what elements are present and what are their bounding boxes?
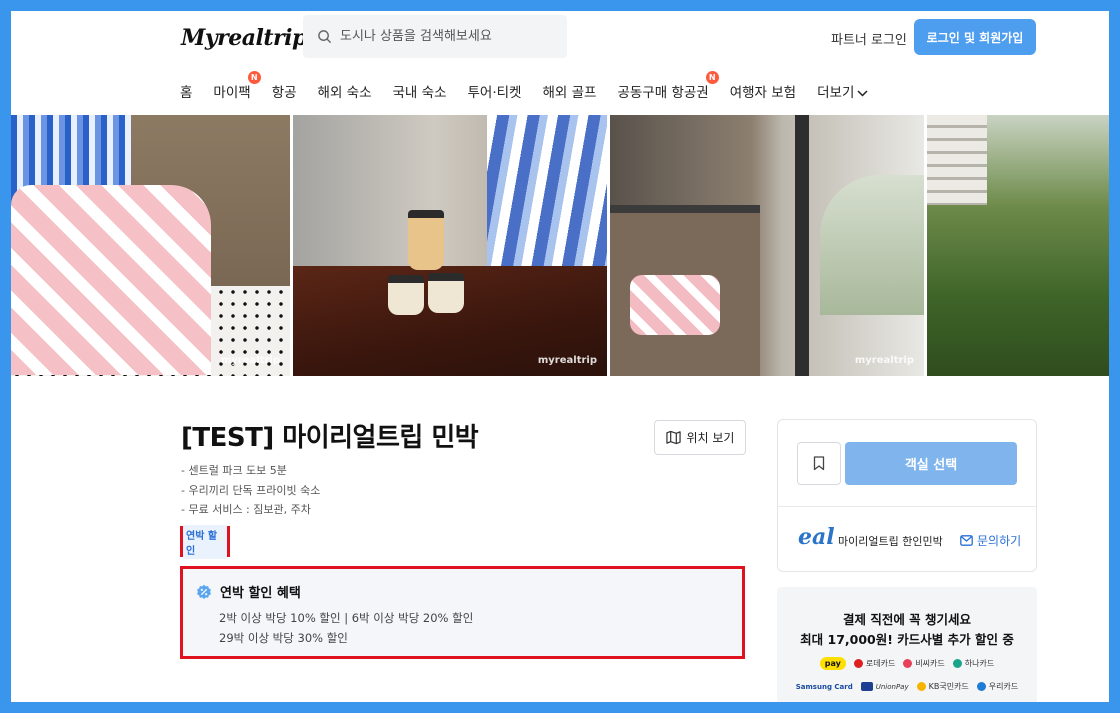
description-line: - 센트럴 파크 도보 5분 — [181, 464, 287, 477]
photo-detail — [428, 273, 464, 313]
nav-item-overseas-golf[interactable]: 해외 골프 — [542, 81, 596, 101]
nav-label: 해외 숙소 — [317, 85, 372, 101]
nav-item-group-flights[interactable]: 공동구매 항공권 N — [617, 71, 719, 101]
benefit-line: 2박 이상 박당 10% 할인 | 6박 이상 박당 20% 할인 — [219, 611, 474, 625]
nav-label: 더보기 — [817, 85, 855, 101]
card-promo-banner: 결제 직전에 꼭 챙기세요 최대 17,000원! 카드사별 추가 할인 중 p… — [777, 587, 1037, 702]
photo-detail — [820, 175, 924, 315]
bc-card-icon — [903, 659, 913, 668]
card-label: Samsung Card — [795, 682, 853, 691]
promo-headline: 결제 직전에 꼭 챙기세요 — [842, 612, 972, 627]
kb-card-logo: KB국민카드 — [916, 681, 969, 692]
description-line: - 우리끼리 단독 프라이빗 숙소 — [181, 483, 321, 497]
search-bar[interactable] — [303, 15, 567, 58]
map-icon — [665, 430, 681, 445]
main-nav: 홈 마이팩 N 항공 해외 숙소 국내 숙소 투어·티켓 해외 골프 공동구매 항… — [180, 71, 889, 101]
inquiry-button[interactable]: 문의하기 — [960, 532, 1021, 549]
nav-item-overseas-stay[interactable]: 해외 숙소 — [318, 81, 372, 101]
woori-card-icon — [976, 682, 986, 691]
nav-label: 투어·티켓 — [467, 85, 522, 101]
card-label: 비씨카드 — [915, 659, 945, 668]
samsung-card-logo: Samsung Card — [796, 683, 853, 691]
lotte-card-logo: 로데카드 — [853, 658, 896, 669]
search-icon — [318, 30, 332, 44]
nav-item-mypack[interactable]: 마이팩 N — [213, 71, 261, 101]
photo-gallery: myrealtrip myrealtrip myrealtrip — [11, 115, 1109, 376]
page: Myrealtrip 파트너 로그인 로그인 및 회원가입 홈 마이팩N 항공 … — [11, 11, 1109, 702]
photo-watermark: myrealtrip — [220, 355, 280, 366]
nav-label: 마이팩 — [213, 85, 251, 101]
description-line: - 무료 서비스 : 짐보관, 주차 — [181, 503, 311, 516]
nav-item-more[interactable]: 더보기 — [817, 81, 868, 101]
partner-login-link[interactable]: 파트너 로그인 — [831, 29, 907, 48]
card-label: KB국민카드 — [928, 682, 969, 691]
tag-highlight-box: 연박 할인 — [180, 524, 230, 559]
nav-label: 공동구매 항공권 — [617, 85, 709, 101]
listing-description: - 센트럴 파크 도보 5분 - 우리끼리 단독 프라이빗 숙소 - 무료 서비… — [181, 461, 320, 520]
card-logo-row: Samsung Card UnionPay KB국민카드 우리카드 — [777, 681, 1037, 692]
photo-watermark: myrealtrip — [854, 355, 914, 366]
bookmark-button[interactable] — [797, 442, 841, 485]
hana-card-logo: 하나카드 — [952, 658, 995, 669]
login-signup-button[interactable]: 로그인 및 회원가입 — [914, 19, 1036, 55]
gallery-photo-room-balcony[interactable]: myrealtrip — [610, 115, 924, 376]
view-location-label: 위치 보기 — [686, 431, 735, 445]
benefit-line: 29박 이상 박당 30% 할인 — [219, 631, 348, 645]
nav-item-domestic-stay[interactable]: 국내 숙소 — [393, 81, 447, 101]
gallery-photo-garden[interactable] — [927, 115, 1109, 376]
nav-item-home[interactable]: 홈 — [180, 81, 192, 101]
host-logo: eal — [798, 524, 835, 550]
kb-card-icon — [916, 682, 926, 691]
woori-card-logo: 우리카드 — [976, 681, 1019, 692]
listing-title: [TEST] 마이리얼트립 민박 — [181, 423, 479, 453]
nav-label: 해외 골프 — [542, 85, 597, 101]
host-name[interactable]: 마이리얼트립 한인민박 — [838, 533, 943, 549]
nav-label: 항공 — [271, 85, 297, 101]
benefit-header: 연박 할인 혜택 — [196, 582, 301, 601]
inquiry-label: 문의하기 — [977, 534, 1022, 548]
photo-detail — [795, 115, 809, 376]
bookmark-icon — [813, 456, 825, 471]
bc-card-logo: 비씨카드 — [903, 658, 945, 669]
chevron-down-icon — [857, 89, 868, 97]
hana-card-icon — [952, 659, 962, 668]
pay-logo: pay — [819, 657, 846, 670]
nav-item-travel-insurance[interactable]: 여행자 보험 — [730, 81, 796, 101]
long-stay-benefit-box: 연박 할인 혜택 2박 이상 박당 10% 할인 | 6박 이상 박당 20% … — [180, 566, 745, 659]
divider — [778, 506, 1036, 507]
photo-detail — [630, 275, 720, 335]
photo-detail — [408, 210, 444, 270]
card-logo-row: pay 로데카드 비씨카드 하나카드 — [777, 657, 1037, 670]
mail-icon — [960, 535, 973, 546]
card-label: 로데카드 — [865, 659, 896, 668]
gallery-photo-breakfast[interactable]: myrealtrip — [293, 115, 607, 376]
new-badge: N — [247, 71, 261, 84]
card-label: 우리카드 — [988, 682, 1019, 691]
photo-detail — [388, 275, 424, 315]
booking-card: 객실 선택 eal 마이리얼트립 한인민박 문의하기 — [777, 419, 1037, 572]
unionpay-icon — [860, 682, 873, 691]
view-location-button[interactable]: 위치 보기 — [654, 420, 746, 455]
photo-detail — [11, 185, 211, 375]
search-input[interactable] — [340, 29, 540, 44]
photo-detail — [927, 115, 987, 205]
nav-label: 여행자 보험 — [729, 85, 797, 101]
long-stay-discount-tag: 연박 할인 — [183, 524, 227, 559]
new-badge: N — [705, 71, 719, 84]
lotte-card-icon — [853, 659, 863, 668]
nav-item-flights[interactable]: 항공 — [272, 81, 297, 101]
discount-icon — [197, 584, 211, 599]
myrealtrip-logo[interactable]: Myrealtrip — [181, 25, 307, 51]
promo-subheadline: 최대 17,000원! 카드사별 추가 할인 중 — [800, 632, 1014, 647]
card-label: 하나카드 — [964, 659, 995, 668]
nav-item-tours-tickets[interactable]: 투어·티켓 — [468, 81, 522, 101]
photo-watermark: myrealtrip — [537, 355, 597, 366]
benefit-title: 연박 할인 혜택 — [220, 586, 301, 601]
card-label: UnionPay — [875, 682, 909, 691]
nav-label: 국내 숙소 — [392, 85, 447, 101]
gallery-photo-bed[interactable]: myrealtrip — [11, 115, 290, 376]
unionpay-logo: UnionPay — [860, 682, 909, 691]
select-room-button[interactable]: 객실 선택 — [845, 442, 1017, 485]
nav-label: 홈 — [180, 85, 193, 101]
